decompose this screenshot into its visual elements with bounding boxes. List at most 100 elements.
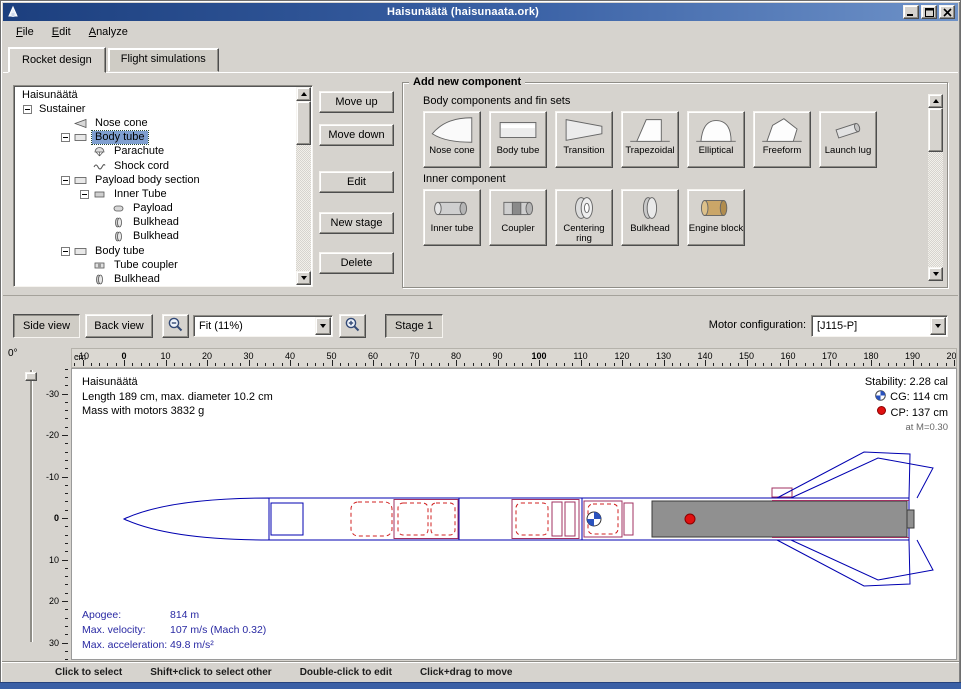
tree-expander-icon[interactable]: [61, 133, 70, 142]
tree-expander-icon[interactable]: [80, 190, 89, 199]
tree-item-label[interactable]: Body tube: [92, 131, 148, 144]
palette-inner-tube-button[interactable]: Inner tube: [423, 189, 481, 246]
tree-scrollbar-thumb[interactable]: [296, 101, 311, 145]
palette-scrollbar[interactable]: [928, 94, 943, 281]
stability-info: Stability: 2.28 cal CG: 114 cm CP: 137 c…: [865, 375, 948, 435]
palette-item-label: Body tube: [497, 146, 540, 156]
rocket-canvas[interactable]: Haisunäätä Length 189 cm, max. diameter …: [71, 368, 957, 660]
ruler-label: 60: [368, 351, 378, 361]
palette-centering-ring-button[interactable]: Centering ring: [555, 189, 613, 246]
cp-icon: [876, 405, 887, 421]
tree-row[interactable]: Parachute: [15, 145, 295, 159]
maximize-button[interactable]: [921, 5, 937, 19]
rotation-slider[interactable]: [25, 370, 37, 642]
tree-item-label[interactable]: Payload body section: [92, 174, 203, 187]
palette-transition-button[interactable]: Transition: [555, 111, 613, 168]
move-up-button[interactable]: Move up: [319, 91, 394, 113]
tree-expander-icon[interactable]: [61, 176, 70, 185]
coupler-icon: [494, 192, 542, 224]
tree-row[interactable]: Bulkhead: [15, 272, 295, 285]
tree-row[interactable]: Sustainer: [15, 102, 295, 116]
ruler-label: -10: [46, 472, 59, 482]
title-bar[interactable]: Haisunäätä (haisunaata.ork): [3, 3, 958, 21]
chevron-down-icon[interactable]: [930, 317, 946, 335]
palette-item-label: Trapezoidal: [625, 146, 674, 156]
palette-coupler-button[interactable]: Coupler: [489, 189, 547, 246]
ruler-label: 0: [54, 513, 59, 523]
tab-flight-simulations[interactable]: Flight simulations: [108, 48, 219, 72]
scroll-down-icon[interactable]: [296, 271, 311, 285]
tree-item-label[interactable]: Shock cord: [111, 160, 172, 173]
minimize-button[interactable]: [903, 5, 919, 19]
tab-rocket-design[interactable]: Rocket design: [8, 47, 106, 73]
rocket-design-panel: HaisunäätäSustainerNose coneBody tubePar…: [3, 72, 958, 296]
palette-trapezoidal-button[interactable]: Trapezoidal: [621, 111, 679, 168]
stage-1-toggle[interactable]: Stage 1: [385, 314, 443, 338]
vertical-ruler: -30-20-100102030: [37, 368, 69, 660]
palette-scrollbar-thumb[interactable]: [928, 108, 943, 152]
tree-row[interactable]: Shock cord: [15, 159, 295, 173]
tree-item-label[interactable]: Parachute: [111, 145, 167, 158]
zoom-out-button[interactable]: [162, 314, 189, 338]
palette-elliptical-button[interactable]: Elliptical: [687, 111, 745, 168]
tree-row[interactable]: Nose cone: [15, 116, 295, 130]
move-down-button[interactable]: Move down: [319, 124, 394, 146]
tree-item-label[interactable]: Payload: [130, 202, 176, 215]
centering-ring-icon: [560, 192, 608, 224]
tree-row[interactable]: Payload: [15, 202, 295, 216]
tree-row[interactable]: Tube coupler: [15, 258, 295, 272]
tree-row[interactable]: Bulkhead: [15, 216, 295, 230]
palette-bulkhead-button[interactable]: Bulkhead: [621, 189, 679, 246]
zoom-combo[interactable]: Fit (11%): [193, 315, 333, 337]
scroll-up-icon[interactable]: [928, 94, 943, 108]
tree-row[interactable]: Payload body section: [15, 173, 295, 187]
tube-coupler-icon: [93, 260, 108, 271]
zoom-value: Fit (11%): [199, 320, 243, 332]
tree-row[interactable]: Haisunäätä: [15, 88, 295, 102]
zoom-in-button[interactable]: [339, 314, 366, 338]
tree-expander-icon[interactable]: [61, 247, 70, 256]
tree-row[interactable]: Body tube: [15, 244, 295, 258]
motor-config-value: [J115-P]: [817, 320, 857, 332]
tree-item-label[interactable]: Inner Tube: [111, 188, 170, 201]
tree-item-label[interactable]: Body tube: [92, 245, 148, 258]
delete-button[interactable]: Delete: [319, 252, 394, 274]
view-panel: Side view Back view Fit (11%) Stage 1 Mo…: [3, 296, 958, 661]
tree-item-label[interactable]: Nose cone: [92, 117, 151, 130]
tree-item-label[interactable]: Sustainer: [36, 103, 88, 116]
motor-config-combo[interactable]: [J115-P]: [811, 315, 948, 337]
rotation-slider-handle[interactable]: [25, 372, 37, 381]
flight-stat-label: Apogee:: [82, 608, 170, 623]
tree-item-label[interactable]: Tube coupler: [111, 259, 181, 272]
palette-nose-cone-button[interactable]: Nose cone: [423, 111, 481, 168]
app-icon: [6, 5, 20, 19]
scroll-down-icon[interactable]: [928, 267, 943, 281]
tree-item-label[interactable]: Haisunäätä: [19, 89, 81, 102]
back-view-button[interactable]: Back view: [85, 314, 153, 338]
menu-analyze[interactable]: Analyze: [81, 24, 136, 40]
scroll-up-icon[interactable]: [296, 87, 311, 101]
ruler-label: 110: [573, 351, 587, 361]
palette-body-tube-button[interactable]: Body tube: [489, 111, 547, 168]
palette-engine-block-button[interactable]: Engine block: [687, 189, 745, 246]
tree-expander-icon[interactable]: [23, 105, 32, 114]
tree-row[interactable]: Body tube: [15, 131, 295, 145]
side-view-button[interactable]: Side view: [13, 314, 80, 338]
transition-icon: [560, 114, 608, 146]
cg-value: CG: 114 cm: [890, 390, 948, 405]
menu-edit[interactable]: Edit: [44, 24, 79, 40]
edit-button[interactable]: Edit: [319, 171, 394, 193]
tree-row[interactable]: Inner Tube: [15, 187, 295, 201]
chevron-down-icon[interactable]: [315, 317, 331, 335]
tree-scrollbar[interactable]: [296, 87, 311, 285]
palette-freeform-button[interactable]: Freeform: [753, 111, 811, 168]
tree-item-label[interactable]: Bulkhead: [130, 230, 182, 243]
tree-item-label[interactable]: Bulkhead: [130, 216, 182, 229]
nose-cone-icon: [428, 114, 476, 146]
close-button[interactable]: [939, 5, 955, 19]
palette-launch-lug-button[interactable]: Launch lug: [819, 111, 877, 168]
new-stage-button[interactable]: New stage: [319, 212, 394, 234]
tree-row[interactable]: Bulkhead: [15, 230, 295, 244]
menu-file[interactable]: File: [8, 24, 42, 40]
tree-item-label[interactable]: Bulkhead: [111, 273, 163, 285]
